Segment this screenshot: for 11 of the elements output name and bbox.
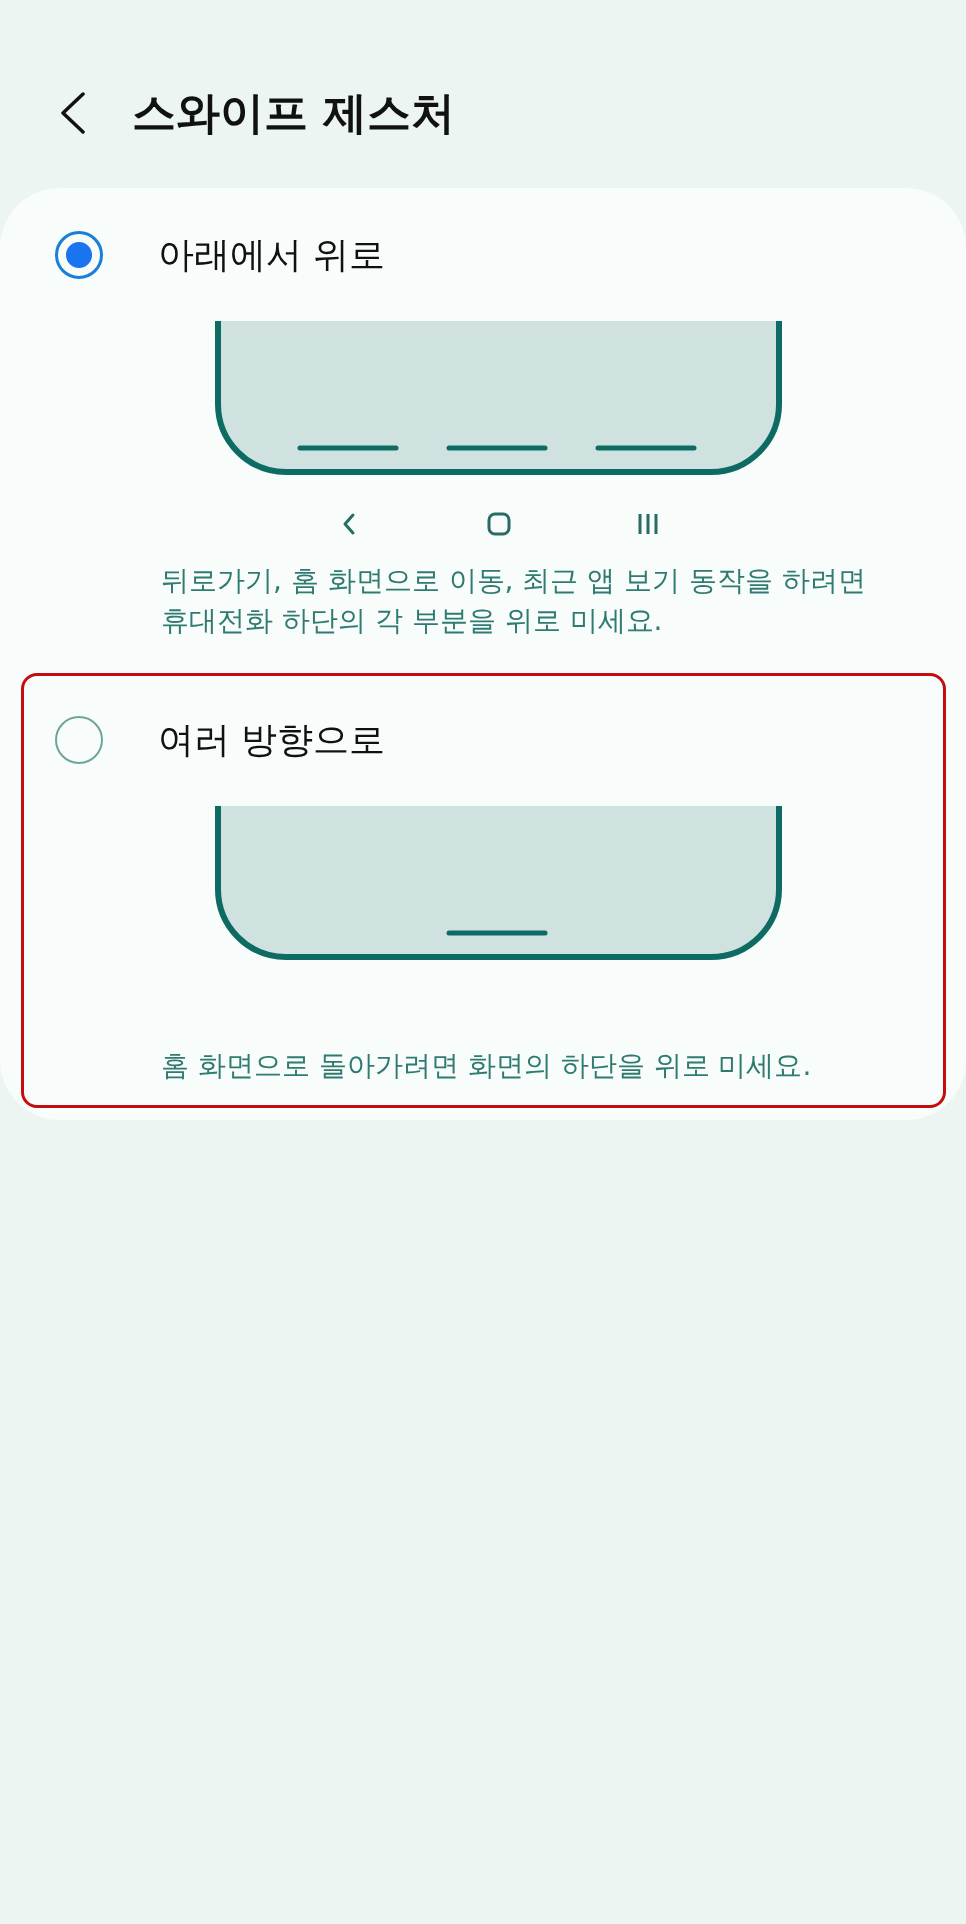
option-item[interactable]: 아래에서 위로 뒤로가기, 홈 화면으로 이동, 최근 앱 보기 동작을 하려면 휴대전화 하단의 각 부분을 위로 미세요. [21, 188, 946, 663]
option-label: 여러 방향으로 [158, 718, 386, 762]
radio-button[interactable] [55, 231, 103, 279]
radio-button[interactable] [55, 716, 103, 764]
option-item[interactable]: 여러 방향으로 홈 화면으로 돌아가려면 화면의 하단을 위로 미세요. [21, 673, 946, 1108]
page-title: 스와이프 제스처 [132, 86, 456, 140]
back-icon[interactable] [59, 92, 86, 134]
option-description: 뒤로가기, 홈 화면으로 이동, 최근 앱 보기 동작을 하려면 휴대전화 하단의 각 부분을 위로 미세요. [161, 563, 867, 639]
option-label: 아래에서 위로 [158, 233, 386, 277]
option-description: 홈 화면으로 돌아가려면 화면의 하단을 위로 미세요. [161, 1048, 812, 1084]
rounded-square-icon [486, 512, 511, 536]
